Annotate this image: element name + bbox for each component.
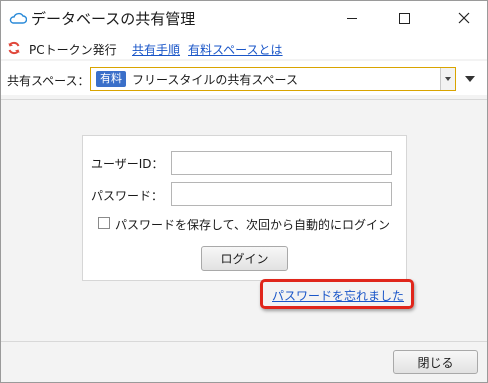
dropdown-arrow-button[interactable] — [440, 68, 455, 90]
menu-arrow-icon[interactable] — [465, 76, 475, 82]
minimize-icon — [347, 17, 357, 19]
user-id-input[interactable] — [171, 151, 392, 175]
maximize-icon — [398, 12, 410, 24]
maximize-button[interactable] — [381, 1, 427, 35]
user-id-label: ユーザーID： — [91, 157, 164, 171]
forgot-password-link[interactable]: パスワードを忘れました — [272, 287, 404, 304]
remember-password-label[interactable]: パスワードを保存して、次回から自動的にログイン — [115, 216, 390, 233]
cloud-icon — [9, 12, 27, 24]
minimize-button[interactable] — [329, 1, 375, 35]
chevron-down-icon — [445, 77, 451, 81]
remember-password-checkbox[interactable] — [98, 217, 110, 229]
dialog-window: データベースの共有管理 PCトークン発行 共有手順 有料スペースとは 共有スペー… — [0, 0, 488, 383]
paid-badge: 有料 — [96, 71, 126, 87]
pc-token-button[interactable]: PCトークン発行 — [29, 41, 117, 58]
space-label: 共有スペース： — [7, 74, 90, 88]
sharing-procedure-link[interactable]: 共有手順 — [132, 41, 180, 58]
login-button[interactable]: ログイン — [201, 246, 288, 271]
title-bar: データベースの共有管理 — [1, 1, 487, 35]
close-icon — [458, 12, 470, 24]
close-button[interactable]: 閉じる — [393, 350, 478, 374]
password-label: パスワード： — [91, 189, 164, 203]
window-close-button[interactable] — [441, 1, 487, 35]
window-title: データベースの共有管理 — [31, 10, 196, 28]
paid-space-link[interactable]: 有料スペースとは — [188, 41, 283, 58]
password-input[interactable] — [171, 182, 392, 206]
space-selected-value: フリースタイルの共有スペース — [132, 73, 298, 87]
space-dropdown[interactable]: 有料 フリースタイルの共有スペース — [90, 67, 456, 91]
refresh-icon[interactable] — [7, 41, 21, 55]
